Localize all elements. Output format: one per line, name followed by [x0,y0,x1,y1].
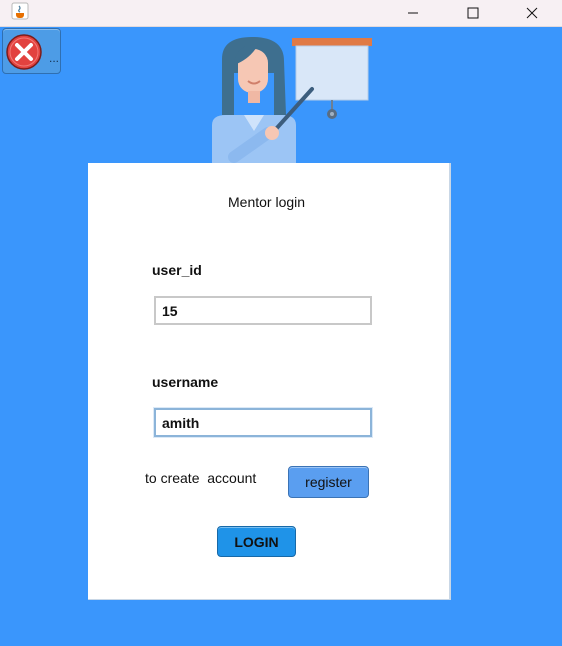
java-icon [10,1,30,21]
window-titlebar [0,0,562,27]
login-button[interactable]: LOGIN [217,526,296,557]
maximize-icon [467,7,479,19]
exit-button-label: ... [49,51,60,65]
mentor-illustration [212,37,372,163]
minimize-icon [408,12,418,14]
username-input[interactable] [154,408,372,437]
form-title: Mentor login [228,194,306,210]
close-button[interactable] [509,0,555,26]
username-label: username [152,374,219,390]
register-button[interactable]: register [288,466,369,498]
user-id-input[interactable] [154,296,372,325]
exit-button[interactable]: ... [2,28,61,74]
maximize-button[interactable] [450,0,496,26]
login-card: Mentor login user_id username to create … [88,163,451,600]
user-id-label: user_id [152,262,202,278]
main-panel: ... Mentor login user_id username to cre… [0,27,562,646]
create-account-text: to create account [145,470,257,486]
close-icon [526,7,538,19]
red-x-circle-icon [6,34,42,70]
minimize-button[interactable] [390,0,436,26]
